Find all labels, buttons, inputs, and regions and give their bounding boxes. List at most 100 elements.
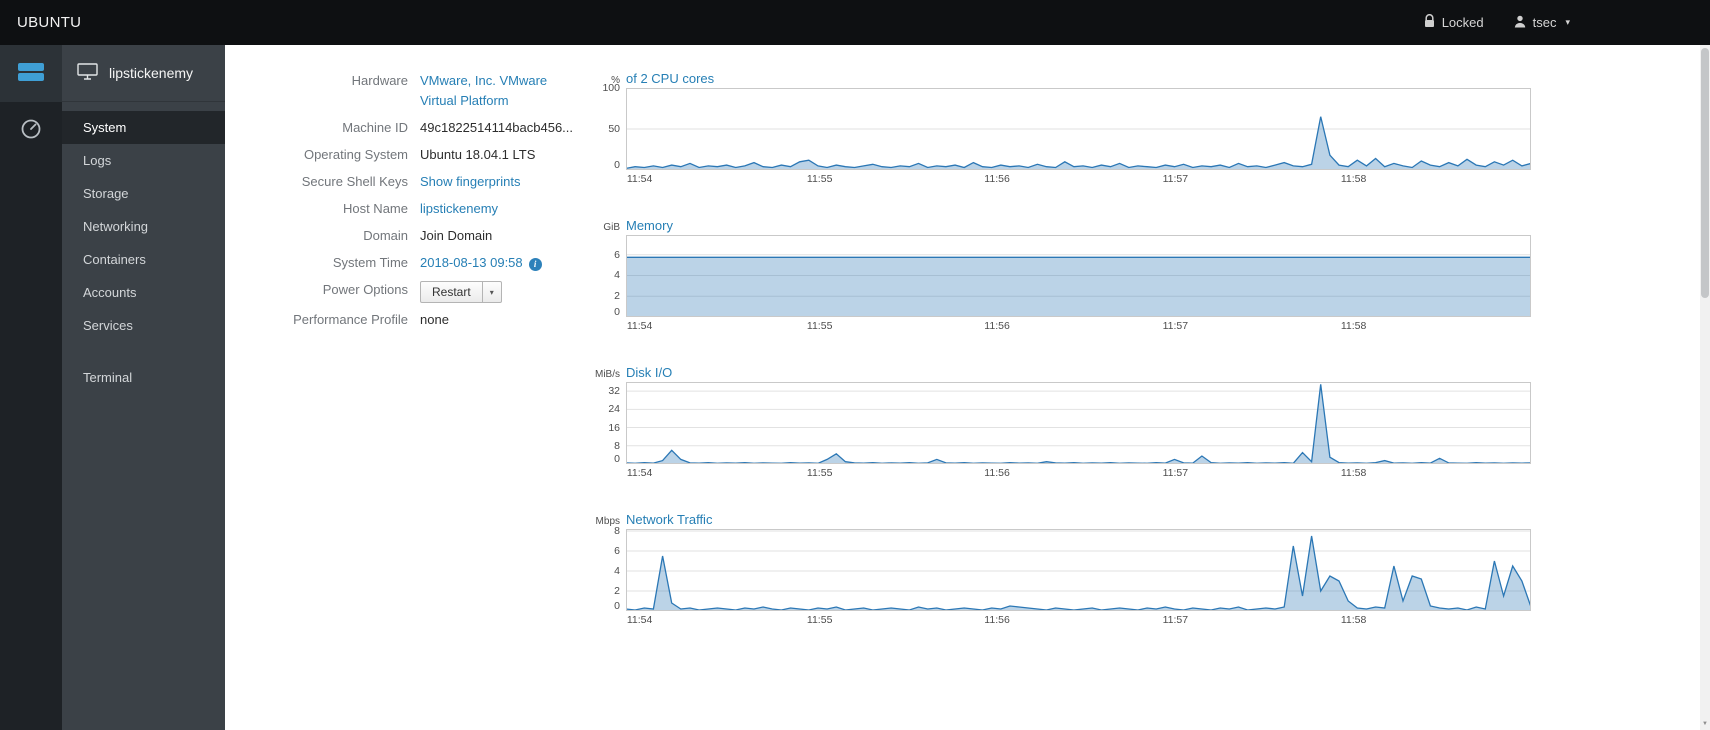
chart-memory-xaxis: 11:54 11:55 11:56 11:57 11:58 bbox=[626, 317, 1531, 333]
chart-network-traffic: Mbps Network Traffic 0 2 4 6 8 11:54 11:55 11:56 1… bbox=[592, 512, 1531, 627]
chart-disk-io-plot bbox=[626, 382, 1531, 464]
locked-button[interactable]: Locked bbox=[1424, 14, 1484, 31]
host-name: lipstickenemy bbox=[109, 65, 194, 81]
sidebar-item-networking[interactable]: Networking bbox=[62, 210, 225, 243]
y-tick-label: 24 bbox=[608, 403, 620, 416]
chart-disk-io-title[interactable]: Disk I/O bbox=[626, 365, 672, 380]
rail-dashboard-button[interactable] bbox=[0, 102, 62, 159]
x-tick-label: 11:57 bbox=[1162, 614, 1189, 626]
x-tick-label: 11:57 bbox=[1162, 173, 1189, 185]
row-label: Operating System bbox=[303, 147, 408, 162]
charts: % of 2 CPU cores 0 50 100 11:54 11:55 11:56 11:5… bbox=[592, 71, 1531, 730]
x-tick-label: 11:55 bbox=[806, 320, 833, 332]
chart-memory-body: 0 2 4 6 bbox=[592, 235, 1531, 318]
chart-memory-header: GiB Memory bbox=[592, 218, 1531, 235]
sidebar-item-services[interactable]: Services bbox=[62, 309, 225, 342]
x-tick-label: 11:58 bbox=[1340, 614, 1367, 626]
row-operating-system: Operating System Ubuntu 18.04.1 LTS bbox=[280, 145, 592, 165]
row-value: Restart ▾ bbox=[420, 280, 502, 303]
chart-network-traffic-header: Mbps Network Traffic bbox=[592, 512, 1531, 529]
row-label: Performance Profile bbox=[293, 312, 408, 327]
caret-down-icon: ▾ bbox=[1565, 17, 1570, 27]
y-tick-label: 16 bbox=[608, 421, 620, 434]
sidebar-item-system[interactable]: System bbox=[62, 111, 225, 144]
sidebar-item-storage[interactable]: Storage bbox=[62, 177, 225, 210]
system-info: Hardware VMware, Inc. VMware Virtual Platf… bbox=[280, 71, 592, 730]
rail-server-button[interactable] bbox=[0, 45, 62, 102]
y-tick-label: 0 bbox=[614, 306, 620, 318]
chart-cpu-body: 0 50 100 bbox=[592, 82, 1531, 171]
host-header[interactable]: lipstickenemy bbox=[62, 45, 225, 102]
row-secure-shell-keys: Secure Shell Keys Show fingerprints bbox=[280, 172, 592, 192]
machine-id-value: 49c1822514114bacb456... bbox=[420, 120, 574, 135]
row-machine-id: Machine ID 49c1822514114bacb456... bbox=[280, 118, 592, 138]
row-label: Domain bbox=[363, 228, 408, 243]
chart-memory-title[interactable]: Memory bbox=[626, 218, 673, 233]
row-value: lipstickenemy bbox=[420, 199, 498, 219]
row-value: 49c1822514114bacb456... bbox=[420, 118, 573, 138]
navbar-right: Locked tsec ▾ bbox=[1424, 14, 1570, 31]
row-performance-profile: Performance Profile none bbox=[280, 310, 592, 330]
sidebar-item-logs[interactable]: Logs bbox=[62, 144, 225, 177]
x-tick-label: 11:54 bbox=[626, 467, 653, 479]
chart-network-traffic-body: 0 2 4 6 8 bbox=[592, 525, 1531, 612]
chart-memory-plot bbox=[626, 235, 1531, 317]
y-tick-label: 6 bbox=[614, 248, 620, 261]
y-tick-label: 6 bbox=[614, 545, 620, 557]
info-icon[interactable]: i bbox=[528, 258, 542, 271]
performance-profile-value: none bbox=[420, 312, 449, 327]
hardware-link-1[interactable]: VMware, Inc. VMware bbox=[420, 71, 547, 91]
chart-memory: GiB Memory 0 2 4 6 11:54 11:55 11:56 11:57 11:58 bbox=[592, 218, 1531, 333]
chart-disk-io-xaxis: 11:54 11:55 11:56 11:57 11:58 bbox=[626, 464, 1531, 480]
x-tick-label: 11:56 bbox=[984, 614, 1010, 626]
y-tick-label: 4 bbox=[614, 269, 620, 282]
row-power-options: Power Options Restart ▾ bbox=[280, 280, 592, 303]
row-value: Show fingerprints bbox=[420, 172, 520, 192]
row-label: Host Name bbox=[342, 201, 408, 216]
chart-memory-unit: GiB bbox=[603, 222, 620, 233]
sidebar: lipstickenemy System Logs Storage Networkin… bbox=[62, 45, 225, 730]
power-options-toggle[interactable]: ▾ bbox=[482, 281, 502, 303]
chart-network-traffic-title[interactable]: Network Traffic bbox=[626, 512, 712, 527]
row-label: System Time bbox=[332, 255, 408, 270]
chart-network-traffic-yaxis: 0 2 4 6 8 bbox=[592, 525, 626, 612]
x-tick-label: 11:56 bbox=[984, 173, 1010, 185]
restart-button[interactable]: Restart bbox=[420, 281, 483, 303]
user-label: tsec bbox=[1532, 15, 1557, 30]
domain-link[interactable]: Join Domain bbox=[420, 228, 492, 243]
system-time-link[interactable]: 2018-08-13 09:58 bbox=[420, 255, 523, 270]
chart-disk-io: MiB/s Disk I/O 0 8 16 24 32 11:54 11:55 11:56 11:5… bbox=[592, 365, 1531, 480]
machine-rail bbox=[0, 45, 62, 730]
row-value: none bbox=[420, 310, 449, 330]
sidebar-item-accounts[interactable]: Accounts bbox=[62, 276, 225, 309]
chart-network-traffic-xaxis: 11:54 11:55 11:56 11:57 11:58 bbox=[626, 611, 1531, 627]
sidebar-item-containers[interactable]: Containers bbox=[62, 243, 225, 276]
dashboard-icon bbox=[20, 118, 42, 143]
brand-title: UBUNTU bbox=[17, 14, 82, 31]
y-tick-label: 0 bbox=[614, 600, 620, 612]
scroll-down-arrow[interactable]: ▼ bbox=[1700, 721, 1710, 727]
y-tick-label: 100 bbox=[602, 82, 620, 94]
hardware-link-2[interactable]: Virtual Platform bbox=[420, 91, 547, 111]
x-tick-label: 11:58 bbox=[1340, 173, 1367, 185]
row-label: Power Options bbox=[322, 282, 408, 297]
scrollbar-thumb[interactable] bbox=[1701, 48, 1709, 298]
sidebar-item-terminal[interactable]: Terminal bbox=[62, 361, 225, 394]
chart-disk-io-header: MiB/s Disk I/O bbox=[592, 365, 1531, 382]
chart-cpu-xaxis: 11:54 11:55 11:56 11:57 11:58 bbox=[626, 170, 1531, 186]
row-hardware: Hardware VMware, Inc. VMware Virtual Platf… bbox=[280, 71, 592, 111]
x-tick-label: 11:56 bbox=[984, 320, 1010, 332]
scrollbar[interactable]: ▲ ▼ bbox=[1700, 0, 1710, 730]
chart-cpu-title[interactable]: of 2 CPU cores bbox=[626, 71, 714, 86]
secure-shell-keys-link[interactable]: Show fingerprints bbox=[420, 174, 520, 189]
user-menu-button[interactable]: tsec ▾ bbox=[1514, 15, 1570, 31]
x-tick-label: 11:57 bbox=[1162, 320, 1189, 332]
chart-cpu-header: % of 2 CPU cores bbox=[592, 71, 1531, 88]
row-value: 2018-08-13 09:58 i bbox=[420, 253, 542, 273]
host-name-link[interactable]: lipstickenemy bbox=[420, 201, 498, 216]
sidebar-menu: System Logs Storage Networking Containers Acc… bbox=[62, 111, 225, 394]
locked-label: Locked bbox=[1441, 15, 1484, 30]
chart-disk-io-body: 0 8 16 24 32 bbox=[592, 382, 1531, 465]
x-tick-label: 11:56 bbox=[984, 467, 1010, 479]
x-tick-label: 11:57 bbox=[1162, 467, 1189, 479]
